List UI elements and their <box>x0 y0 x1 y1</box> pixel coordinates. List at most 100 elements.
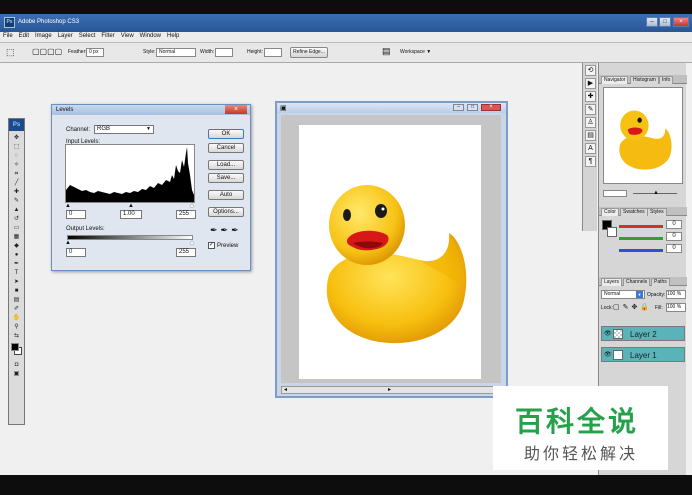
auto-button[interactable]: Auto <box>208 190 244 200</box>
tool-presets-icon[interactable]: ✚ <box>585 91 596 102</box>
crop-tool-icon[interactable]: ⌗ <box>9 170 24 179</box>
navigator-thumbnail[interactable] <box>603 87 683 184</box>
green-slider[interactable] <box>619 236 663 240</box>
tab-color[interactable]: Color <box>601 208 619 216</box>
image-canvas[interactable] <box>299 125 481 379</box>
swap-colors-icon[interactable]: ⇆ <box>9 332 24 341</box>
zoom-tool-icon[interactable]: ⚲ <box>9 323 24 332</box>
input-white-field[interactable]: 255 <box>176 210 196 219</box>
blue-value[interactable]: 0 <box>666 244 682 253</box>
eye-icon[interactable]: 👁 <box>604 351 612 359</box>
clone-source-icon[interactable]: ♙ <box>585 117 596 128</box>
output-black-field[interactable]: 0 <box>66 248 86 257</box>
menu-view[interactable]: View <box>118 32 137 40</box>
color-swatches[interactable] <box>9 341 24 357</box>
foreground-color-swatch[interactable] <box>11 343 19 351</box>
dodge-tool-icon[interactable]: ● <box>9 251 24 260</box>
menu-window[interactable]: Window <box>137 32 164 40</box>
magic-wand-icon[interactable]: ✧ <box>9 161 24 170</box>
zoom-thumb-icon[interactable]: ▲ <box>653 190 659 196</box>
tab-histogram[interactable]: Histogram <box>630 76 659 84</box>
eraser-tool-icon[interactable]: ▭ <box>9 224 24 233</box>
eyedropper-tool-icon[interactable]: ✐ <box>9 305 24 314</box>
shape-tool-icon[interactable]: ■ <box>9 287 24 296</box>
scroll-right-icon[interactable]: ▸ <box>388 386 391 393</box>
minimize-button[interactable]: – <box>646 17 658 27</box>
blue-slider[interactable] <box>619 248 663 252</box>
marquee-tool-icon[interactable]: ⬚ <box>6 47 15 58</box>
gradient-tool-icon[interactable]: ▦ <box>9 233 24 242</box>
levels-close-icon[interactable]: × <box>225 105 247 114</box>
black-eyedropper-icon[interactable]: ✒ <box>210 225 221 235</box>
paragraph-icon[interactable]: ¶ <box>585 156 596 167</box>
lock-icons[interactable]: ▢✎✥🔒 <box>613 303 652 311</box>
history-brush-icon[interactable]: ↺ <box>9 215 24 224</box>
layer-row[interactable]: 👁 Layer 1 <box>601 347 685 362</box>
input-black-field[interactable]: 0 <box>66 210 86 219</box>
menu-filter[interactable]: Filter <box>98 32 117 40</box>
preview-checkbox[interactable]: ✓ <box>208 242 215 249</box>
menu-layer[interactable]: Layer <box>55 32 76 40</box>
history-icon[interactable]: ⟲ <box>585 65 596 76</box>
load-button[interactable]: Load... <box>208 160 244 170</box>
blur-tool-icon[interactable]: ◆ <box>9 242 24 251</box>
type-tool-icon[interactable]: T <box>9 269 24 278</box>
red-value[interactable]: 0 <box>666 220 682 229</box>
tab-swatches[interactable]: Swatches <box>620 208 648 216</box>
eye-icon[interactable]: 👁 <box>604 330 612 338</box>
style-select[interactable]: Normal <box>156 48 196 57</box>
tab-navigator[interactable]: Navigator <box>601 76 629 84</box>
opacity-field[interactable]: 100 % <box>666 290 686 299</box>
hand-tool-icon[interactable]: ✋ <box>9 314 24 323</box>
menu-edit[interactable]: Edit <box>16 32 32 40</box>
menu-file[interactable]: File <box>0 32 16 40</box>
green-value[interactable]: 0 <box>666 232 682 241</box>
save-button[interactable]: Save... <box>208 173 244 183</box>
brush-tool-icon[interactable]: ✎ <box>9 197 24 206</box>
path-selection-icon[interactable]: ➤ <box>9 278 24 287</box>
actions-icon[interactable]: ▶ <box>585 78 596 89</box>
tab-styles[interactable]: Styles <box>647 208 667 216</box>
doc-close-button[interactable]: × <box>481 104 501 111</box>
input-white-slider-icon[interactable]: ▲ <box>189 203 195 209</box>
healing-brush-icon[interactable]: ✚ <box>9 188 24 197</box>
move-tool-icon[interactable]: ✥ <box>9 134 24 143</box>
workspace-button[interactable]: Workspace ▼ <box>400 49 431 55</box>
cancel-button[interactable]: Cancel <box>208 143 244 153</box>
channel-select[interactable]: RGB ▼ <box>94 125 154 134</box>
screen-mode-icon[interactable]: ▣ <box>9 370 24 379</box>
character-icon[interactable]: A <box>585 143 596 154</box>
width-input[interactable] <box>215 48 233 57</box>
maximize-button[interactable]: □ <box>659 17 671 27</box>
output-black-slider-icon[interactable]: ▲ <box>65 240 71 246</box>
gray-eyedropper-icon[interactable]: ✒ <box>221 225 232 235</box>
brushes-icon[interactable]: ▤ <box>382 46 391 57</box>
tab-info[interactable]: Info <box>659 76 674 84</box>
marquee-tool-icon[interactable]: ⬚ <box>9 143 24 152</box>
red-slider[interactable] <box>619 224 663 228</box>
layer-row[interactable]: 👁 Layer 2 <box>601 326 685 341</box>
pen-tool-icon[interactable]: ✒ <box>9 260 24 269</box>
doc-minimize-button[interactable]: – <box>453 104 464 111</box>
color-background-swatch[interactable] <box>607 227 617 237</box>
options-button[interactable]: Options... <box>208 207 244 217</box>
clone-stamp-icon[interactable]: ▲ <box>9 206 24 215</box>
notes-tool-icon[interactable]: ▤ <box>9 296 24 305</box>
input-black-slider-icon[interactable]: ▲ <box>65 203 71 209</box>
horizontal-scrollbar[interactable]: ◂ ▸ <box>281 386 501 394</box>
output-white-field[interactable]: 255 <box>176 248 196 257</box>
close-button[interactable]: × <box>673 17 689 27</box>
height-input[interactable] <box>264 48 282 57</box>
feather-input[interactable]: 0 px <box>86 48 104 57</box>
brushes-icon[interactable]: ✎ <box>585 104 596 115</box>
slice-tool-icon[interactable]: ╱ <box>9 179 24 188</box>
layer-comps-icon[interactable]: ▤ <box>585 130 596 141</box>
menu-help[interactable]: Help <box>164 32 182 40</box>
input-gamma-slider-icon[interactable]: ▲ <box>128 203 134 209</box>
tab-layers[interactable]: Layers <box>601 278 623 286</box>
doc-maximize-button[interactable]: □ <box>467 104 478 111</box>
input-gamma-field[interactable]: 1.00 <box>120 210 142 219</box>
quick-mask-icon[interactable]: ◘ <box>9 361 24 370</box>
fill-field[interactable]: 100 % <box>666 303 686 312</box>
scroll-left-icon[interactable]: ◂ <box>284 386 287 393</box>
